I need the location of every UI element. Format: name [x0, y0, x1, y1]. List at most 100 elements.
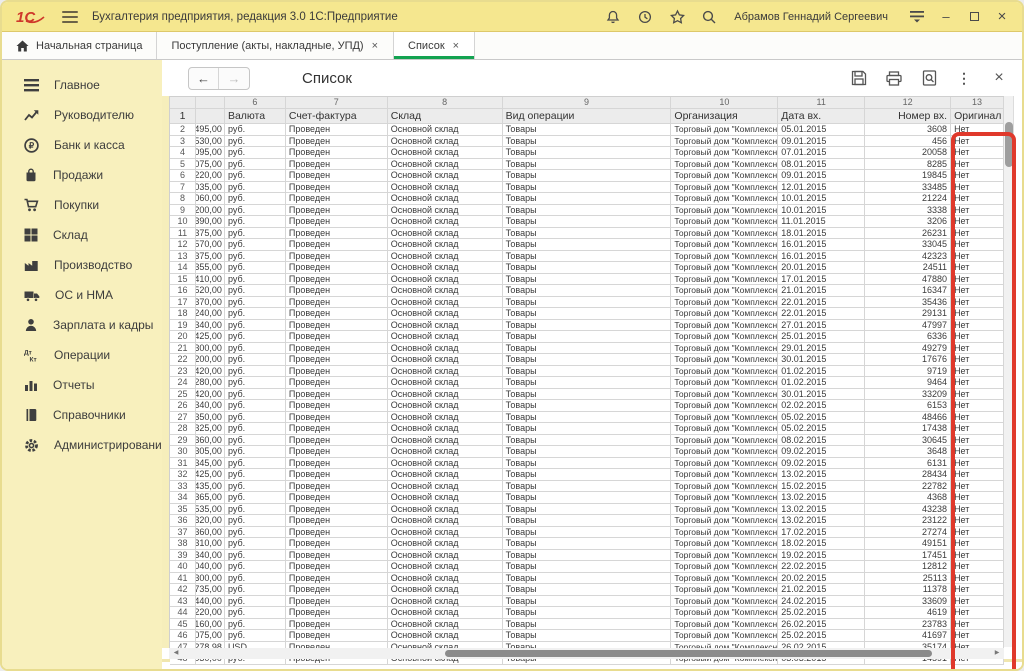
cell-currency[interactable]: руб. — [225, 423, 286, 435]
cell-original[interactable]: Нет — [951, 239, 1004, 251]
cell-warehouse[interactable]: Основной склад — [388, 285, 503, 297]
cell-date-in[interactable]: 22.02.2015 — [778, 561, 865, 573]
cell-operation[interactable]: Товары — [503, 584, 672, 596]
table-row[interactable]: 27350,00руб.ПроведенОсновной складТовары… — [170, 412, 1004, 424]
cell-invoice[interactable]: Проведен — [286, 285, 388, 297]
cell-invoice[interactable]: Проведен — [286, 492, 388, 504]
cell-operation[interactable]: Товары — [503, 159, 672, 171]
cell-date-in[interactable]: 27.01.2015 — [778, 320, 865, 332]
cell-sum[interactable]: 435,00 — [196, 481, 225, 493]
table-row[interactable]: 8060,00руб.ПроведенОсновной складТоварыТ… — [170, 193, 1004, 205]
cell-currency[interactable]: руб. — [225, 527, 286, 539]
cell-number-in[interactable]: 33609 — [865, 596, 951, 608]
cell-organization[interactable]: Торговый дом "Комплексн — [671, 527, 778, 539]
cell-currency[interactable]: руб. — [225, 366, 286, 378]
cell-invoice[interactable]: Проведен — [286, 469, 388, 481]
cell-original[interactable]: Нет — [951, 377, 1004, 389]
cell-date-in[interactable]: 22.01.2015 — [778, 308, 865, 320]
cell-original[interactable]: Нет — [951, 285, 1004, 297]
cell-number-in[interactable]: 16347 — [865, 285, 951, 297]
cell-sum[interactable]: 440,00 — [196, 596, 225, 608]
cell-rownum[interactable]: 30 — [170, 446, 196, 458]
cell-number-in[interactable]: 27274 — [865, 527, 951, 539]
cell-sum[interactable]: 355,00 — [196, 262, 225, 274]
cell-original[interactable]: Нет — [951, 538, 1004, 550]
horizontal-scrollbar-thumb[interactable] — [445, 650, 932, 657]
cell-operation[interactable]: Товары — [503, 193, 672, 205]
cell-rownum[interactable]: 20 — [170, 331, 196, 343]
table-row[interactable]: 22200,00руб.ПроведенОсновной складТовары… — [170, 354, 1004, 366]
cell-invoice[interactable]: Проведен — [286, 343, 388, 355]
cell-rownum[interactable]: 39 — [170, 550, 196, 562]
cell-warehouse[interactable]: Основной склад — [388, 561, 503, 573]
table-row[interactable]: 29360,00руб.ПроведенОсновной складТовары… — [170, 435, 1004, 447]
cell-rownum[interactable]: 12 — [170, 239, 196, 251]
table-row[interactable]: 9200,00руб.ПроведенОсновной складТоварыТ… — [170, 205, 1004, 217]
cell-number-in[interactable]: 22782 — [865, 481, 951, 493]
cell-warehouse[interactable]: Основной склад — [388, 492, 503, 504]
cell-invoice[interactable]: Проведен — [286, 124, 388, 136]
cell-date-in[interactable]: 21.02.2015 — [778, 584, 865, 596]
col-header-invoice[interactable]: Счет-фактура — [286, 109, 388, 124]
table-row[interactable]: 13375,00руб.ПроведенОсновной складТовары… — [170, 251, 1004, 263]
sidebar-item-spravochniki[interactable]: Справочники — [2, 400, 162, 430]
cell-rownum[interactable]: 45 — [170, 619, 196, 631]
cell-operation[interactable]: Товары — [503, 423, 672, 435]
table-row[interactable]: 12570,00руб.ПроведенОсновной складТовары… — [170, 239, 1004, 251]
cell-original[interactable]: Нет — [951, 561, 1004, 573]
cell-operation[interactable]: Товары — [503, 239, 672, 251]
horizontal-scrollbar[interactable]: ◀ ▶ — [169, 648, 1004, 659]
cell-operation[interactable]: Товары — [503, 561, 672, 573]
table-row[interactable]: 25420,00руб.ПроведенОсновной складТовары… — [170, 389, 1004, 401]
table-row[interactable]: 4095,00руб.ПроведенОсновной складТоварыТ… — [170, 147, 1004, 159]
table-row[interactable]: 40040,00руб.ПроведенОсновной складТовары… — [170, 561, 1004, 573]
cell-warehouse[interactable]: Основной склад — [388, 481, 503, 493]
cell-number-in[interactable]: 3206 — [865, 216, 951, 228]
cell-sum[interactable]: 425,00 — [196, 331, 225, 343]
cell-organization[interactable]: Торговый дом "Комплексн — [671, 412, 778, 424]
cell-warehouse[interactable]: Основной склад — [388, 251, 503, 263]
cell-date-in[interactable]: 19.02.2015 — [778, 550, 865, 562]
cell-currency[interactable]: руб. — [225, 308, 286, 320]
cell-date-in[interactable]: 17.02.2015 — [778, 527, 865, 539]
cell-rownum[interactable]: 41 — [170, 573, 196, 585]
cell-number-in[interactable]: 20058 — [865, 147, 951, 159]
cell-warehouse[interactable]: Основной склад — [388, 630, 503, 642]
table-row[interactable]: 34365,00руб.ПроведенОсновной складТовары… — [170, 492, 1004, 504]
cell-operation[interactable]: Товары — [503, 504, 672, 516]
table-row[interactable]: 11375,00руб.ПроведенОсновной складТовары… — [170, 228, 1004, 240]
vertical-scrollbar-thumb[interactable] — [1005, 122, 1013, 167]
cell-sum[interactable]: 495,00 — [196, 124, 225, 136]
cell-date-in[interactable]: 15.02.2015 — [778, 481, 865, 493]
cell-date-in[interactable]: 20.02.2015 — [778, 573, 865, 585]
table-row[interactable]: 26340,00руб.ПроведенОсновной складТовары… — [170, 400, 1004, 412]
cell-sum[interactable]: 340,00 — [196, 400, 225, 412]
cell-rownum[interactable]: 46 — [170, 630, 196, 642]
cell-organization[interactable]: Торговый дом "Комплексн — [671, 630, 778, 642]
sidebar-item-sklad[interactable]: Склад — [2, 220, 162, 250]
table-row[interactable]: 35535,00руб.ПроведенОсновной складТовары… — [170, 504, 1004, 516]
cell-original[interactable]: Нет — [951, 458, 1004, 470]
search-icon[interactable] — [698, 6, 720, 28]
cell-warehouse[interactable]: Основной склад — [388, 435, 503, 447]
cell-original[interactable]: Нет — [951, 354, 1004, 366]
cell-warehouse[interactable]: Основной склад — [388, 331, 503, 343]
cell-rownum[interactable]: 6 — [170, 170, 196, 182]
forward-button[interactable]: → — [219, 68, 249, 89]
cell-sum[interactable]: 390,00 — [196, 216, 225, 228]
scroll-right-arrow-icon[interactable]: ▶ — [990, 648, 1004, 659]
cell-sum[interactable]: 320,00 — [196, 515, 225, 527]
cell-invoice[interactable]: Проведен — [286, 193, 388, 205]
cell-invoice[interactable]: Проведен — [286, 239, 388, 251]
cell-invoice[interactable]: Проведен — [286, 550, 388, 562]
cell-operation[interactable]: Товары — [503, 343, 672, 355]
cell-sum[interactable]: 310,00 — [196, 538, 225, 550]
cell-number-in[interactable]: 33209 — [865, 389, 951, 401]
cell-invoice[interactable]: Проведен — [286, 458, 388, 470]
cell-organization[interactable]: Торговый дом "Комплексн — [671, 343, 778, 355]
cell-organization[interactable]: Торговый дом "Комплексн — [671, 262, 778, 274]
cell-operation[interactable]: Товары — [503, 492, 672, 504]
cell-warehouse[interactable]: Основной склад — [388, 469, 503, 481]
cell-organization[interactable]: Торговый дом "Комплексн — [671, 216, 778, 228]
table-row[interactable]: 30305,00руб.ПроведенОсновной складТовары… — [170, 446, 1004, 458]
